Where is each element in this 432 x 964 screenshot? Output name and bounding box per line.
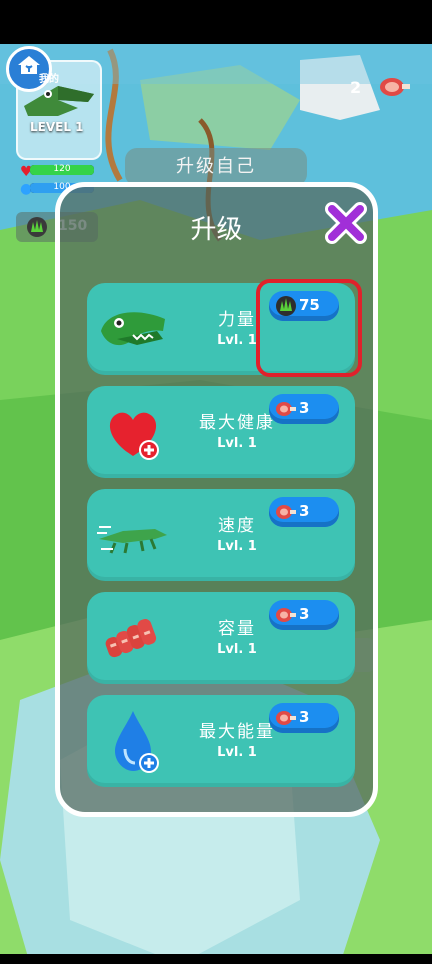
water-drop-plus-icon <box>115 711 159 773</box>
meat-icon <box>380 78 410 96</box>
meat-stack-icon <box>105 619 157 658</box>
claw-icon <box>27 217 47 237</box>
crocodile-head-icon <box>101 312 165 346</box>
home-button[interactable]: 我的 <box>6 46 59 92</box>
buy-speed-button[interactable]: 3 <box>269 497 339 527</box>
item-level: Lvl. 1 <box>217 642 257 657</box>
game-scene: 我的 LEVEL 1 ♥ 120 ● 100 150 2 升级自己 升级 升级 <box>0 0 432 964</box>
player-level-label: LEVEL 1 <box>30 120 84 134</box>
health-value: 120 <box>53 164 71 174</box>
running-crocodile-icon <box>97 526 167 554</box>
status-bar <box>0 0 432 44</box>
meat-count-value: 2 <box>350 78 362 97</box>
home-label: 我的 <box>39 74 59 85</box>
upgrade-self-button[interactable]: 升级自己 <box>125 148 307 186</box>
close-button[interactable] <box>324 201 368 245</box>
cost-value: 3 <box>299 605 310 623</box>
cost-value: 3 <box>299 502 310 520</box>
upgrade-panel: 升级 力量 Lvl. 1 75 最大健康 Lvl. 1 3 速度 Lvl. 1 … <box>55 182 378 817</box>
upgrade-card-speed[interactable]: 速度 Lvl. 1 3 <box>87 489 355 581</box>
upgrade-card-capacity[interactable]: 容量 Lvl. 1 3 <box>87 592 355 684</box>
item-level: Lvl. 1 <box>217 539 257 554</box>
close-icon <box>325 202 367 244</box>
bottom-bar <box>0 954 432 964</box>
upgrade-card-max-energy[interactable]: 最大能量 Lvl. 1 3 <box>87 695 355 787</box>
item-level: Lvl. 1 <box>217 436 257 451</box>
heart-plus-icon <box>109 412 159 460</box>
meat-icon <box>276 402 296 416</box>
meat-icon <box>276 608 296 622</box>
buy-max-energy-button[interactable]: 3 <box>269 703 339 733</box>
cost-value: 3 <box>299 708 310 726</box>
meat-icon <box>276 711 296 725</box>
item-level: Lvl. 1 <box>217 745 257 760</box>
buy-capacity-button[interactable]: 3 <box>269 600 339 630</box>
buy-max-health-button[interactable]: 3 <box>269 394 339 424</box>
cost-value: 3 <box>299 399 310 417</box>
tutorial-highlight-frame <box>256 279 362 377</box>
upgrade-card-max-health[interactable]: 最大健康 Lvl. 1 3 <box>87 386 355 478</box>
meat-icon <box>276 505 296 519</box>
health-bar: 120 <box>30 164 94 175</box>
